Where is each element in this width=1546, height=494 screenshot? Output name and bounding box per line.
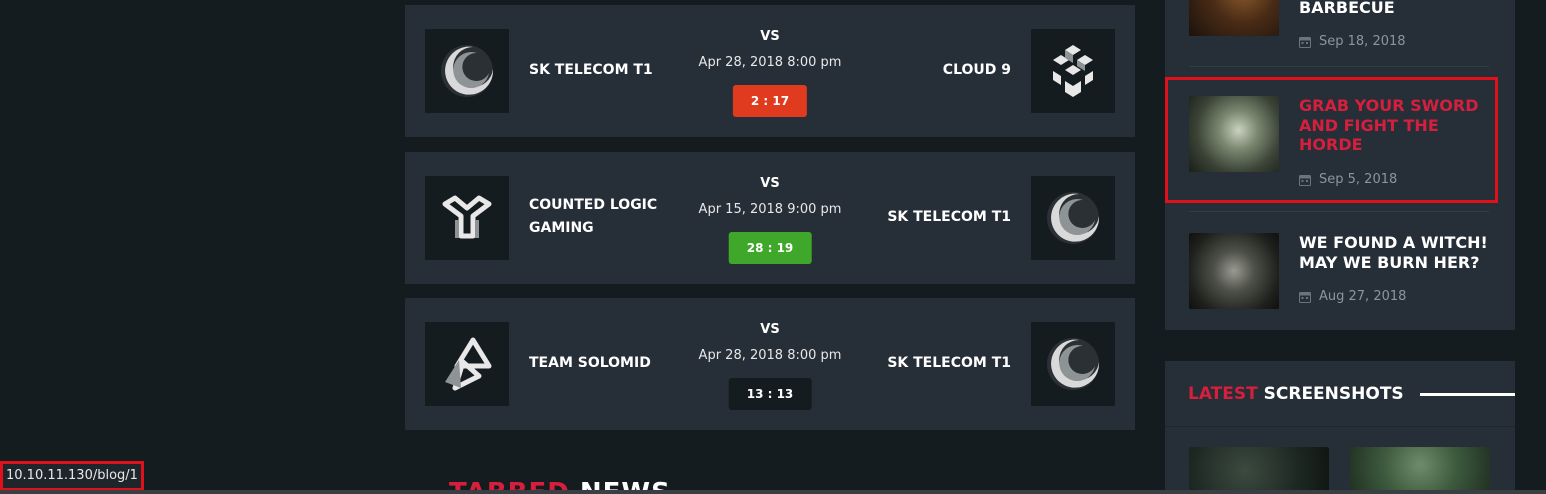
widget-title: LATEST SCREENSHOTS bbox=[1188, 384, 1404, 404]
match-card[interactable]: TEAM SOLOMID VS Apr 28, 2018 8:00 pm 13 … bbox=[405, 298, 1135, 430]
team-right-logo[interactable] bbox=[1031, 176, 1115, 260]
tsm-triangle-icon bbox=[445, 337, 492, 391]
match-info: VS Apr 15, 2018 9:00 pm 28 : 19 bbox=[695, 152, 845, 284]
vs-label: VS bbox=[760, 176, 780, 191]
team-right-name[interactable]: SK TELECOM T1 bbox=[851, 206, 1011, 229]
team-right-name[interactable]: CLOUD 9 bbox=[851, 59, 1011, 82]
divider bbox=[1189, 211, 1489, 212]
vs-label: VS bbox=[760, 322, 780, 337]
skt-crescent-icon bbox=[1047, 192, 1100, 244]
latest-screenshots-widget: LATEST SCREENSHOTS bbox=[1165, 361, 1515, 494]
score-badge: 28 : 19 bbox=[728, 232, 812, 264]
bottom-scrollbar bbox=[0, 490, 1546, 494]
status-bar-url: 10.10.11.130/blog/1 bbox=[0, 461, 144, 491]
post-date-text: Aug 27, 2018 bbox=[1319, 289, 1407, 304]
divider bbox=[1189, 66, 1489, 67]
title-rest: SCREENSHOTS bbox=[1257, 384, 1404, 404]
team-left-name[interactable]: COUNTED LOGIC GAMING bbox=[529, 194, 669, 240]
title-accent: LATEST bbox=[1188, 384, 1258, 404]
team-left-name[interactable]: TEAM SOLOMID bbox=[529, 352, 669, 375]
team-left-logo[interactable] bbox=[425, 29, 509, 113]
highlighted-post-frame bbox=[1165, 77, 1498, 203]
sidebar-post[interactable]: WE FOUND A WITCH! MAY WE BURN HER? Aug 2… bbox=[1189, 233, 1499, 313]
widget-header: LATEST SCREENSHOTS bbox=[1165, 361, 1515, 427]
post-thumbnail[interactable] bbox=[1189, 233, 1279, 309]
team-left-logo[interactable] bbox=[425, 322, 509, 406]
skt-crescent-icon bbox=[1047, 338, 1100, 390]
clg-y-icon bbox=[442, 195, 492, 239]
team-right-name[interactable]: SK TELECOM T1 bbox=[851, 352, 1011, 375]
team-right-logo[interactable] bbox=[1031, 29, 1115, 113]
match-info: VS Apr 28, 2018 8:00 pm 2 : 17 bbox=[695, 5, 845, 137]
match-date: Apr 28, 2018 8:00 pm bbox=[698, 55, 842, 70]
team-left-logo[interactable] bbox=[425, 176, 509, 260]
team-right-logo[interactable] bbox=[1031, 322, 1115, 406]
post-title[interactable]: BARBECUE bbox=[1299, 0, 1489, 18]
skt-crescent-icon bbox=[441, 45, 494, 97]
post-date: Sep 18, 2018 bbox=[1299, 34, 1406, 49]
match-date: Apr 28, 2018 8:00 pm bbox=[698, 348, 842, 363]
match-card[interactable]: COUNTED LOGIC GAMING VS Apr 15, 2018 9:0… bbox=[405, 152, 1135, 284]
post-date: Aug 27, 2018 bbox=[1299, 289, 1406, 304]
score-badge: 13 : 13 bbox=[728, 378, 812, 410]
calendar-icon bbox=[1299, 291, 1311, 303]
post-thumbnail[interactable] bbox=[1189, 0, 1279, 36]
sidebar-post[interactable]: BARBECUE Sep 18, 2018 bbox=[1189, 0, 1499, 60]
vs-label: VS bbox=[760, 29, 780, 44]
match-info: VS Apr 28, 2018 8:00 pm 13 : 13 bbox=[695, 298, 845, 430]
score-badge: 2 : 17 bbox=[732, 85, 808, 117]
match-card[interactable]: SK TELECOM T1 VS Apr 28, 2018 8:00 pm 2 … bbox=[405, 5, 1135, 137]
match-date: Apr 15, 2018 9:00 pm bbox=[698, 202, 842, 217]
screenshot-thumbnail[interactable] bbox=[1189, 447, 1329, 494]
calendar-icon bbox=[1299, 36, 1311, 48]
title-underline bbox=[1420, 393, 1515, 396]
screenshot-thumbnail[interactable] bbox=[1350, 447, 1490, 494]
post-title[interactable]: WE FOUND A WITCH! MAY WE BURN HER? bbox=[1299, 233, 1489, 272]
team-left-name[interactable]: SK TELECOM T1 bbox=[529, 59, 669, 82]
cloud9-cube-icon bbox=[1053, 45, 1093, 97]
post-date-text: Sep 18, 2018 bbox=[1319, 34, 1406, 49]
